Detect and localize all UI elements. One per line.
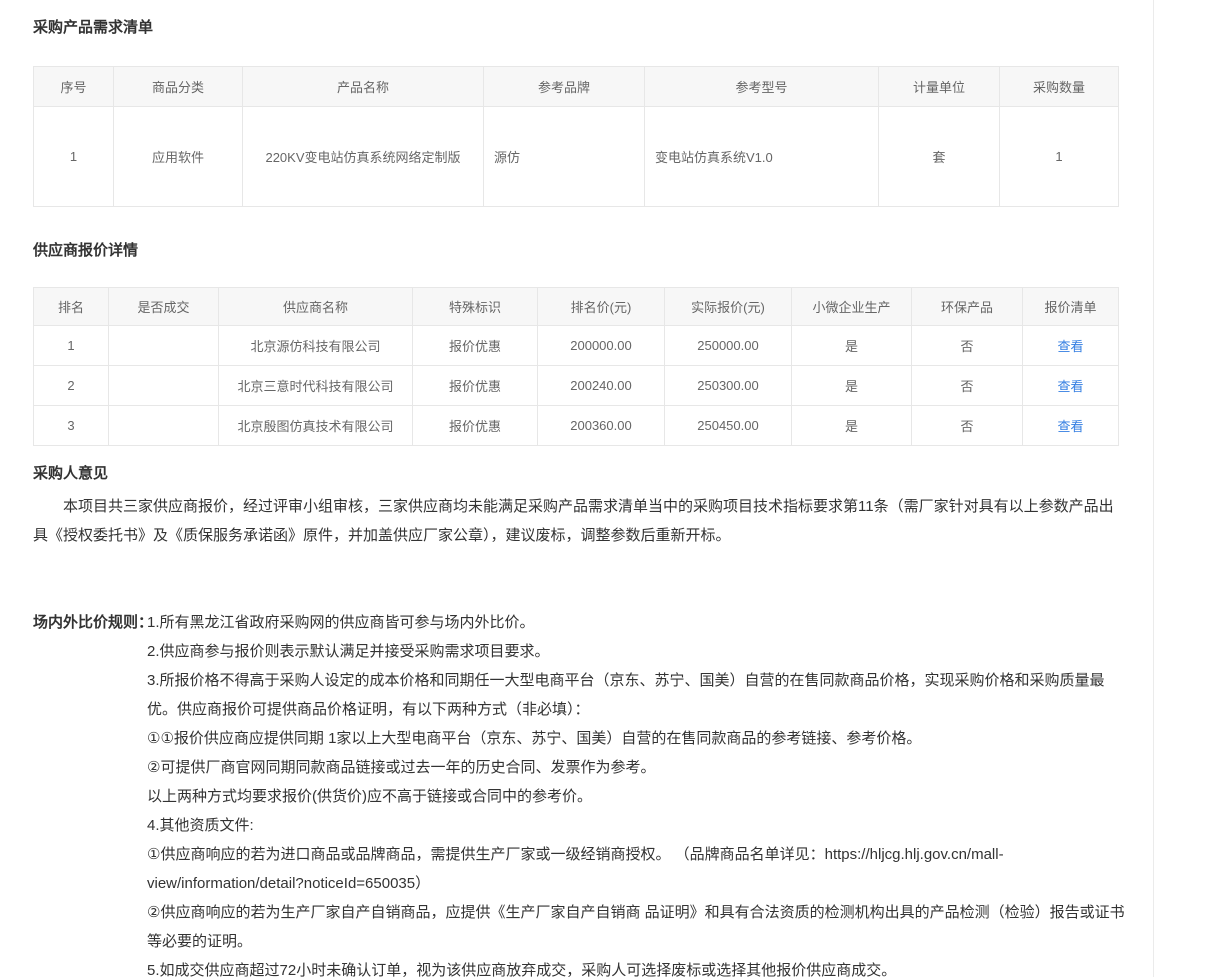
cell-special-tag: 报价优惠 xyxy=(413,326,538,366)
cell-rank: 1 xyxy=(34,326,109,366)
col-header-ref-model: 参考型号 xyxy=(645,67,879,107)
cell-ref-brand: 源仿 xyxy=(484,107,645,207)
rules-label: 场内外比价规则： xyxy=(33,608,147,977)
cell-eco-product: 否 xyxy=(912,406,1023,446)
cell-supplier: 北京源仿科技有限公司 xyxy=(219,326,413,366)
rule-item: 5.如成交供应商超过72小时未确认订单，视为该供应商放弃成交，采购人可选择废标或… xyxy=(147,956,1125,977)
cell-rank-price: 200000.00 xyxy=(538,326,665,366)
section-title-purchaser-opinion: 采购人意见 xyxy=(33,464,1125,484)
cell-dealt xyxy=(109,326,219,366)
cell-supplier: 北京殷图仿真技术有限公司 xyxy=(219,406,413,446)
col-header-dealt: 是否成交 xyxy=(109,288,219,326)
quote-table-row: 3 北京殷图仿真技术有限公司 报价优惠 200360.00 250450.00 … xyxy=(34,406,1119,446)
rule-item: ①①报价供应商应提供同期 1家以上大型电商平台（京东、苏宁、国美）自营的在售同款… xyxy=(147,724,1125,753)
purchaser-opinion-text: 本项目共三家供应商报价，经过评审小组审核，三家供应商均未能满足采购产品需求清单当… xyxy=(33,492,1125,550)
view-quote-list-link[interactable]: 查看 xyxy=(1057,419,1083,434)
rule-item: ②供应商响应的若为生产厂家自产自销商品，应提供《生产厂家自产自销商 品证明》和具… xyxy=(147,898,1125,956)
cell-qty: 1 xyxy=(1000,107,1119,207)
product-demand-table: 序号 商品分类 产品名称 参考品牌 参考型号 计量单位 采购数量 1 应用软件 … xyxy=(33,66,1119,207)
cell-special-tag: 报价优惠 xyxy=(413,366,538,406)
cell-actual-price: 250300.00 xyxy=(665,366,792,406)
cell-actual-price: 250450.00 xyxy=(665,406,792,446)
cell-seq: 1 xyxy=(34,107,114,207)
col-header-unit: 计量单位 xyxy=(879,67,1000,107)
cell-rank: 2 xyxy=(34,366,109,406)
cell-small-micro: 是 xyxy=(792,406,912,446)
cell-dealt xyxy=(109,366,219,406)
rule-item: 3.所报价格不得高于采购人设定的成本价格和同期任一大型电商平台（京东、苏宁、国美… xyxy=(147,666,1125,724)
cell-category: 应用软件 xyxy=(114,107,243,207)
cell-dealt xyxy=(109,406,219,446)
product-table-header-row: 序号 商品分类 产品名称 参考品牌 参考型号 计量单位 采购数量 xyxy=(34,67,1119,107)
col-header-quote-list: 报价清单 xyxy=(1023,288,1119,326)
cell-supplier: 北京三意时代科技有限公司 xyxy=(219,366,413,406)
cell-actual-price: 250000.00 xyxy=(665,326,792,366)
section-title-supplier-quotes: 供应商报价详情 xyxy=(33,241,1125,261)
col-header-qty: 采购数量 xyxy=(1000,67,1119,107)
rule-item: 以上两种方式均要求报价(供货价)应不高于链接或合同中的参考价。 xyxy=(147,782,1125,811)
cell-special-tag: 报价优惠 xyxy=(413,406,538,446)
col-header-seq: 序号 xyxy=(34,67,114,107)
cell-small-micro: 是 xyxy=(792,366,912,406)
cell-rank-price: 200240.00 xyxy=(538,366,665,406)
cell-rank-price: 200360.00 xyxy=(538,406,665,446)
rule-item: ①供应商响应的若为进口商品或品牌商品，需提供生产厂家或一级经销商授权。 （品牌商… xyxy=(147,840,1125,898)
quote-table-row: 1 北京源仿科技有限公司 报价优惠 200000.00 250000.00 是 … xyxy=(34,326,1119,366)
cell-eco-product: 否 xyxy=(912,326,1023,366)
cell-ref-model: 变电站仿真系统V1.0 xyxy=(645,107,879,207)
supplier-quote-table: 排名 是否成交 供应商名称 特殊标识 排名价(元) 实际报价(元) 小微企业生产… xyxy=(33,287,1119,446)
cell-small-micro: 是 xyxy=(792,326,912,366)
cell-eco-product: 否 xyxy=(912,366,1023,406)
col-header-special-tag: 特殊标识 xyxy=(413,288,538,326)
col-header-eco-product: 环保产品 xyxy=(912,288,1023,326)
panel-right-divider xyxy=(1153,0,1154,977)
cell-product-name: 220KV变电站仿真系统网络定制版 xyxy=(243,107,484,207)
col-header-rank-price: 排名价(元) xyxy=(538,288,665,326)
rule-item: 4.其他资质文件: xyxy=(147,811,1125,840)
procurement-detail-page: 采购产品需求清单 序号 商品分类 产品名称 参考品牌 参考型号 计量单位 采购数… xyxy=(0,0,1223,977)
price-comparison-rules: 场内外比价规则： 1.所有黑龙江省政府采购网的供应商皆可参与场内外比价。 2.供… xyxy=(33,608,1125,977)
rule-item: ②可提供厂商官网同期同款商品链接或过去一年的历史合同、发票作为参考。 xyxy=(147,753,1125,782)
rule-item: 2.供应商参与报价则表示默认满足并接受采购需求项目要求。 xyxy=(147,637,1125,666)
product-table-row: 1 应用软件 220KV变电站仿真系统网络定制版 源仿 变电站仿真系统V1.0 … xyxy=(34,107,1119,207)
section-title-product-demand: 采购产品需求清单 xyxy=(33,18,1125,38)
col-header-small-micro: 小微企业生产 xyxy=(792,288,912,326)
col-header-category: 商品分类 xyxy=(114,67,243,107)
col-header-rank: 排名 xyxy=(34,288,109,326)
col-header-supplier: 供应商名称 xyxy=(219,288,413,326)
col-header-product-name: 产品名称 xyxy=(243,67,484,107)
rule-item: 1.所有黑龙江省政府采购网的供应商皆可参与场内外比价。 xyxy=(147,608,1125,637)
main-content: 采购产品需求清单 序号 商品分类 产品名称 参考品牌 参考型号 计量单位 采购数… xyxy=(33,18,1125,977)
cell-rank: 3 xyxy=(34,406,109,446)
view-quote-list-link[interactable]: 查看 xyxy=(1057,379,1083,394)
col-header-actual-price: 实际报价(元) xyxy=(665,288,792,326)
quote-table-header-row: 排名 是否成交 供应商名称 特殊标识 排名价(元) 实际报价(元) 小微企业生产… xyxy=(34,288,1119,326)
col-header-ref-brand: 参考品牌 xyxy=(484,67,645,107)
view-quote-list-link[interactable]: 查看 xyxy=(1057,339,1083,354)
rules-body: 1.所有黑龙江省政府采购网的供应商皆可参与场内外比价。 2.供应商参与报价则表示… xyxy=(147,608,1125,977)
cell-unit: 套 xyxy=(879,107,1000,207)
quote-table-row: 2 北京三意时代科技有限公司 报价优惠 200240.00 250300.00 … xyxy=(34,366,1119,406)
